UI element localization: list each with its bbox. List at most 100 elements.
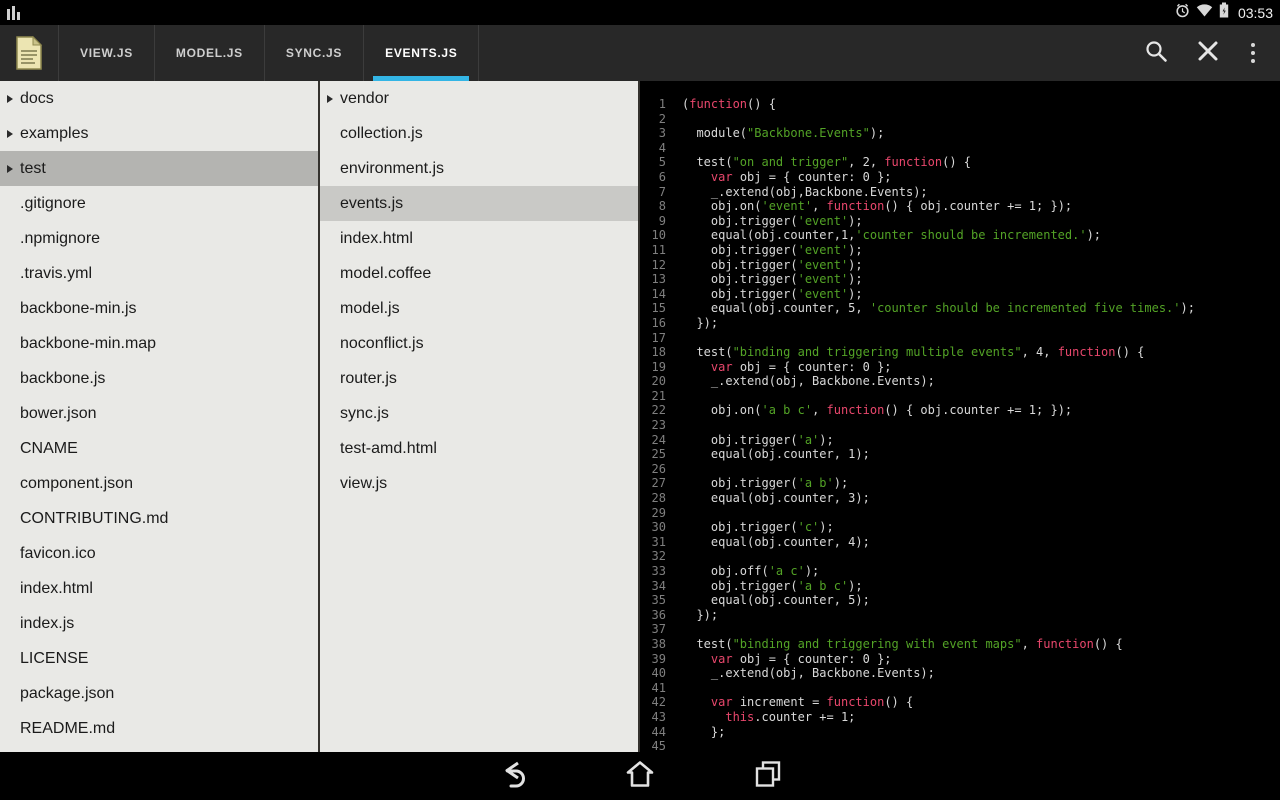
- code-line: 23: [640, 418, 1280, 433]
- file-item-test-amd-html[interactable]: test-amd.html: [320, 431, 638, 466]
- tab-events-js[interactable]: EVENTS.JS: [363, 25, 479, 81]
- home-icon: [625, 759, 655, 794]
- item-label: sync.js: [340, 405, 389, 423]
- tab-view-js[interactable]: VIEW.JS: [58, 25, 154, 81]
- line-number: 37: [640, 622, 682, 637]
- line-number: 3: [640, 126, 682, 141]
- tab-model-js[interactable]: MODEL.JS: [154, 25, 264, 81]
- file-item-index-js[interactable]: index.js: [0, 606, 318, 641]
- line-number: 45: [640, 739, 682, 752]
- code-text: equal(obj.counter, 1);: [682, 447, 870, 462]
- action-bar-buttons: [1130, 25, 1280, 81]
- back-button[interactable]: [491, 758, 533, 794]
- file-item-model-js[interactable]: model.js: [320, 291, 638, 326]
- file-item-view-js[interactable]: view.js: [320, 466, 638, 501]
- folder-item-examples[interactable]: examples: [0, 116, 318, 151]
- code-line: 36 });: [640, 608, 1280, 623]
- folder-item-vendor[interactable]: vendor: [320, 81, 638, 116]
- file-item-events-js[interactable]: events.js: [320, 186, 638, 221]
- line-number: 31: [640, 535, 682, 550]
- folder-collapsed-triangle-icon: [7, 130, 13, 138]
- file-item-backbone-min-map[interactable]: backbone-min.map: [0, 326, 318, 361]
- file-item-backbone-min-js[interactable]: backbone-min.js: [0, 291, 318, 326]
- tab-sync-js[interactable]: SYNC.JS: [264, 25, 363, 81]
- line-number: 4: [640, 141, 682, 156]
- code-text: obj.trigger('c');: [682, 520, 834, 535]
- item-label: model.js: [340, 300, 400, 318]
- item-label: noconflict.js: [340, 335, 424, 353]
- overflow-menu-button[interactable]: [1234, 25, 1272, 81]
- file-item-npmignore[interactable]: .npmignore: [0, 221, 318, 256]
- folder-item-docs[interactable]: docs: [0, 81, 318, 116]
- status-icons: 03:53: [1175, 2, 1273, 23]
- file-item-noconflict-js[interactable]: noconflict.js: [320, 326, 638, 361]
- folder-item-test[interactable]: test: [0, 151, 318, 186]
- code-line: 32: [640, 549, 1280, 564]
- search-button[interactable]: [1130, 25, 1182, 81]
- equalizer-bar: [12, 6, 15, 20]
- file-item-license[interactable]: LICENSE: [0, 641, 318, 676]
- item-label: favicon.ico: [20, 545, 96, 563]
- file-item-contributing-md[interactable]: CONTRIBUTING.md: [0, 501, 318, 536]
- app-logo-icon[interactable]: [0, 25, 58, 81]
- file-item-model-coffee[interactable]: model.coffee: [320, 256, 638, 291]
- file-item-backbone-js[interactable]: backbone.js: [0, 361, 318, 396]
- code-line: 16 });: [640, 316, 1280, 331]
- item-label: README.md: [20, 720, 115, 738]
- code-line: 18 test("binding and triggering multiple…: [640, 345, 1280, 360]
- line-number: 18: [640, 345, 682, 360]
- file-item-router-js[interactable]: router.js: [320, 361, 638, 396]
- item-label: model.coffee: [340, 265, 431, 283]
- file-item-travis-yml[interactable]: .travis.yml: [0, 256, 318, 291]
- item-label: backbone-min.js: [20, 300, 137, 318]
- code-text: var increment = function() {: [682, 695, 913, 710]
- code-text: equal(obj.counter, 5, 'counter should be…: [682, 301, 1195, 316]
- file-item-environment-js[interactable]: environment.js: [320, 151, 638, 186]
- file-item-collection-js[interactable]: collection.js: [320, 116, 638, 151]
- item-label: vendor: [340, 90, 389, 108]
- item-label: docs: [20, 90, 54, 108]
- code-text: _.extend(obj,Backbone.Events);: [682, 185, 928, 200]
- line-number: 5: [640, 155, 682, 170]
- code-line: 26: [640, 462, 1280, 477]
- file-item-sync-js[interactable]: sync.js: [320, 396, 638, 431]
- home-button[interactable]: [619, 758, 661, 794]
- code-line: 27 obj.trigger('a b');: [640, 476, 1280, 491]
- file-item-index-html[interactable]: index.html: [0, 571, 318, 606]
- item-label: environment.js: [340, 160, 444, 178]
- code-line: 5 test("on and trigger", 2, function() {: [640, 155, 1280, 170]
- file-item-component-json[interactable]: component.json: [0, 466, 318, 501]
- file-item-gitignore[interactable]: .gitignore: [0, 186, 318, 221]
- line-number: 17: [640, 331, 682, 346]
- code-text: obj.trigger('event');: [682, 258, 863, 273]
- file-item-bower-json[interactable]: bower.json: [0, 396, 318, 431]
- code-line: 45: [640, 739, 1280, 752]
- file-item-readme-md[interactable]: README.md: [0, 711, 318, 746]
- item-label: view.js: [340, 475, 387, 493]
- code-editor[interactable]: 1(function() {23 module("Backbone.Events…: [640, 81, 1280, 752]
- code-text: obj.trigger('event');: [682, 287, 863, 302]
- line-number: 16: [640, 316, 682, 331]
- line-number: 39: [640, 652, 682, 667]
- file-item-favicon-ico[interactable]: favicon.ico: [0, 536, 318, 571]
- code-line: 11 obj.trigger('event');: [640, 243, 1280, 258]
- code-text: obj.on('a b c', function() { obj.counter…: [682, 403, 1072, 418]
- code-line: 35 equal(obj.counter, 5);: [640, 593, 1280, 608]
- item-label: index.js: [20, 615, 74, 633]
- code-line: 40 _.extend(obj, Backbone.Events);: [640, 666, 1280, 681]
- line-number: 41: [640, 681, 682, 696]
- file-item-index-html[interactable]: index.html: [320, 221, 638, 256]
- close-button[interactable]: [1182, 25, 1234, 81]
- code-text: obj.trigger('a b');: [682, 476, 848, 491]
- search-icon: [1143, 38, 1169, 69]
- line-number: 36: [640, 608, 682, 623]
- code-line: 34 obj.trigger('a b c');: [640, 579, 1280, 594]
- file-item-package-json[interactable]: package.json: [0, 676, 318, 711]
- recent-apps-button[interactable]: [747, 758, 789, 794]
- file-item-cname[interactable]: CNAME: [0, 431, 318, 466]
- battery-charging-icon: [1219, 2, 1229, 23]
- item-label: package.json: [20, 685, 114, 703]
- line-number: 21: [640, 389, 682, 404]
- status-bar: 03:53: [0, 0, 1280, 25]
- code-text: _.extend(obj, Backbone.Events);: [682, 374, 935, 389]
